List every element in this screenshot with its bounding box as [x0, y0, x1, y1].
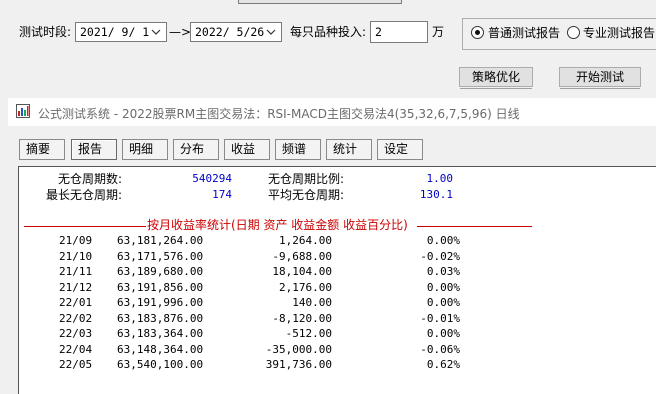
row-date: 21/10: [59, 249, 93, 263]
table-row: 22/01 63,191,996.00 140.00 0.00%: [0, 296, 656, 311]
date-range-arrow: —>: [169, 25, 192, 39]
row-amount: 1,264.00: [279, 234, 332, 247]
tab-summary[interactable]: 摘要: [19, 139, 65, 160]
no-position-ratio-label: 无仓周期比例:: [268, 172, 345, 186]
header-rule-right: [417, 226, 532, 227]
optimize-button[interactable]: 策略优化: [459, 67, 533, 89]
header-rule-left: [24, 226, 146, 227]
tab-report[interactable]: 报告: [71, 139, 117, 160]
app-icon: [16, 104, 30, 118]
end-date-value: 2022/ 5/26: [195, 25, 265, 39]
row-date: 22/05: [59, 358, 93, 371]
start-date-picker[interactable]: 2021/ 9/ 1: [75, 22, 167, 42]
tab-details[interactable]: 明细: [122, 139, 168, 160]
table-row: 22/04 63,148,364.00 -35,000.00 -0.06%: [0, 343, 656, 358]
no-position-ratio-value: 1.00: [426, 172, 454, 185]
row-assets: 63,540,100.00: [117, 358, 204, 371]
start-date-value: 2021/ 9/ 1: [80, 25, 150, 39]
tab-settings[interactable]: 设定: [377, 139, 423, 160]
row-date: 22/02: [59, 311, 93, 325]
row-amount: -35,000.00: [265, 342, 332, 356]
start-test-button[interactable]: 开始测试: [559, 67, 641, 89]
table-row: 21/10 63,171,576.00 -9,688.00 -0.02%: [0, 250, 656, 265]
max-no-position-value: 174: [212, 188, 232, 201]
tab-spectrum[interactable]: 频谱: [275, 139, 321, 160]
radio-pro-report[interactable]: [567, 26, 580, 39]
row-pct: 0.62%: [426, 358, 460, 371]
partial-control-box: [238, 0, 402, 4]
table-row: 21/11 63,189,680.00 18,104.00 0.03%: [0, 265, 656, 280]
row-assets: 63,183,364.00: [117, 327, 204, 340]
row-pct: 0.03%: [426, 265, 460, 278]
pro-report-label[interactable]: 专业测试报告: [583, 25, 655, 41]
avg-no-position-label: 平均无仓周期:: [268, 188, 345, 202]
tab-statistics[interactable]: 统计: [326, 139, 372, 160]
row-date: 21/11: [59, 265, 93, 278]
invest-label: 每只品种投入:: [290, 25, 367, 39]
row-pct: 0.00%: [426, 280, 460, 294]
row-pct: -0.01%: [420, 311, 460, 325]
invest-amount-input[interactable]: 2: [370, 21, 428, 43]
row-assets: 63,191,996.00: [117, 296, 204, 309]
row-assets: 63,189,680.00: [117, 265, 204, 278]
row-assets: 63,148,364.00: [117, 342, 204, 356]
max-no-position-label: 最长无仓周期:: [46, 188, 123, 202]
row-pct: -0.02%: [420, 249, 460, 263]
row-date: 22/04: [59, 342, 93, 356]
row-amount: -8,120.00: [272, 311, 332, 325]
row-date: 22/01: [59, 296, 93, 309]
no-position-periods-label: 无仓周期数:: [58, 172, 123, 186]
table-row: 21/12 63,191,856.00 2,176.00 0.00%: [0, 281, 656, 296]
row-amount: 2,176.00: [279, 280, 332, 294]
period-label: 测试时段:: [19, 25, 72, 39]
row-assets: 63,171,576.00: [117, 249, 204, 263]
tab-returns[interactable]: 收益: [224, 139, 270, 160]
row-assets: 63,183,876.00: [117, 311, 204, 325]
row-pct: 0.00%: [426, 327, 460, 340]
row-date: 22/03: [59, 327, 93, 340]
table-row: 22/02 63,183,876.00 -8,120.00 -0.01%: [0, 312, 656, 327]
table-row: 22/03 63,183,364.00 -512.00 0.00%: [0, 327, 656, 342]
row-date: 21/09: [59, 234, 93, 247]
row-pct: -0.06%: [420, 342, 460, 356]
invest-amount-value: 2: [375, 25, 382, 39]
window-title: 公式测试系统 - 2022股票RM主图交易法：RSI-MACD主图交易法4(35…: [38, 107, 520, 121]
row-pct: 0.00%: [426, 296, 460, 309]
row-amount: 140.00: [292, 296, 332, 309]
end-date-picker[interactable]: 2022/ 5/26: [190, 22, 282, 42]
row-amount: -9,688.00: [272, 249, 332, 263]
row-assets: 63,191,856.00: [117, 280, 204, 294]
no-position-periods-value: 540294: [192, 172, 232, 185]
row-amount: -512.00: [285, 327, 332, 340]
normal-report-label[interactable]: 普通测试报告: [488, 25, 560, 41]
radio-normal-report[interactable]: [471, 26, 484, 39]
table-row: 21/09 63,181,264.00 1,264.00 0.00%: [0, 234, 656, 249]
row-date: 21/12: [59, 280, 93, 294]
row-amount: 18,104.00: [272, 265, 332, 278]
monthly-returns-header: 按月收益率统计(日期 资产 收益金额 收益百分比): [147, 218, 408, 232]
row-assets: 63,181,264.00: [117, 234, 204, 247]
tab-distribution[interactable]: 分布: [173, 139, 219, 160]
table-row: 22/05 63,540,100.00 391,736.00 0.62%: [0, 358, 656, 373]
chevron-down-icon[interactable]: [265, 25, 277, 39]
row-pct: 0.00%: [426, 234, 460, 247]
chevron-down-icon[interactable]: [150, 25, 162, 39]
invest-unit-label: 万: [432, 25, 445, 39]
row-amount: 391,736.00: [265, 358, 332, 371]
avg-no-position-value: 130.1: [419, 188, 453, 201]
